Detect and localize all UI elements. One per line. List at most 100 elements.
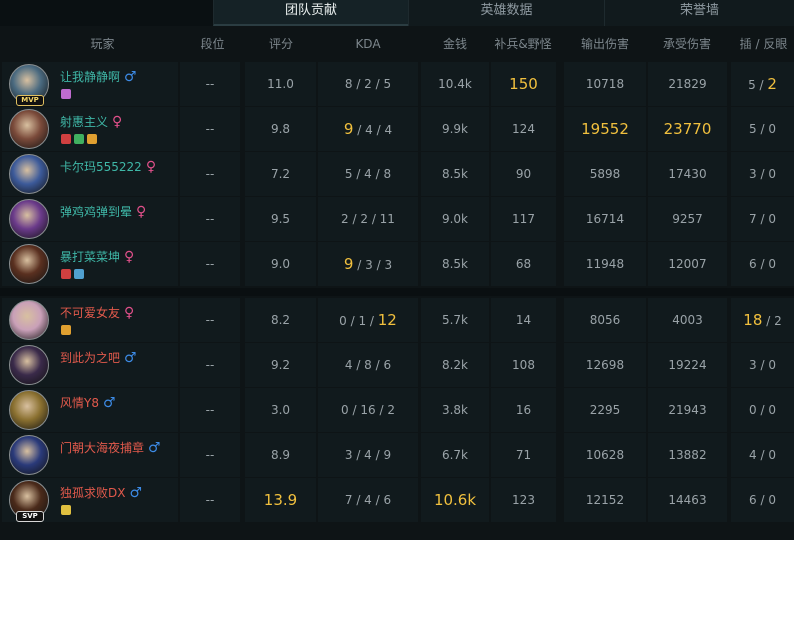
- kda-slash: /: [346, 314, 359, 328]
- score-value: 8.9: [270, 448, 291, 462]
- player-row[interactable]: SVP 独孤求败DX ♂ -- 13.9 7 / 4 / 6 10.6k 123 12152 14…: [0, 478, 794, 522]
- crown-icon: [87, 134, 97, 144]
- player-name-text: 卡尔玛555222: [60, 160, 142, 174]
- damage-dealt-value: 2295: [589, 403, 621, 417]
- player-row[interactable]: MVP 让我静静啊 ♂ -- 11.0 8 / 2 / 5 10.4k 150 10718 218…: [0, 62, 794, 106]
- player-name-text: 到此为之吧: [60, 351, 121, 365]
- damage-taken-value: 12007: [668, 257, 707, 271]
- champion-avatar[interactable]: [9, 199, 49, 239]
- kda-a: 5: [383, 77, 392, 91]
- kda-slash: /: [371, 358, 384, 372]
- col-score: 评分: [268, 37, 293, 51]
- wards-cleared: 2: [774, 314, 782, 328]
- kda-d: 16: [360, 403, 376, 417]
- player-name-text: 弹鸡鸡弹到晕: [60, 205, 133, 219]
- wards-cleared: 2: [767, 75, 777, 93]
- gender-icon: ♂: [102, 395, 116, 411]
- cs-value: 68: [515, 257, 532, 271]
- kda-k: 8: [344, 77, 353, 91]
- champion-avatar[interactable]: [9, 345, 49, 385]
- wards-cleared: 0: [768, 448, 776, 462]
- kda-d: 4: [365, 123, 373, 137]
- ward-slash: /: [756, 122, 769, 136]
- achievement-icons: [61, 269, 87, 281]
- champion-avatar[interactable]: [9, 154, 49, 194]
- kda-d: 3: [365, 258, 373, 272]
- svp-badge: SVP: [16, 511, 44, 522]
- gender-icon: ♂: [129, 485, 143, 501]
- kda-slash: /: [371, 77, 384, 91]
- player-name[interactable]: 卡尔玛555222 ♀: [60, 158, 156, 175]
- col-wards: 插 / 反眼: [739, 37, 788, 51]
- player-row[interactable]: 暴打菜菜坤 ♀ -- 9.0 9 / 3 / 3 8.5k 68 11948 12007 6 / …: [0, 242, 794, 286]
- champion-avatar[interactable]: [9, 109, 49, 149]
- shield-icon: [74, 134, 84, 144]
- player-row[interactable]: 到此为之吧 ♂ -- 9.2 4 / 8 / 6 8.2k 108 12698 19224 3 /…: [0, 343, 794, 387]
- player-row[interactable]: 不可爱女友 ♀ -- 8.2 0 / 1 / 12 5.7k 14 8056 4003 18 / …: [0, 298, 794, 342]
- kda-value: 0 / 16 / 2: [318, 388, 418, 432]
- player-name[interactable]: 不可爱女友 ♀: [60, 304, 134, 321]
- tab-team-contribution[interactable]: 团队贡献: [213, 0, 408, 26]
- col-player: 玩家: [90, 37, 115, 51]
- champion-avatar[interactable]: [9, 244, 49, 284]
- player-name[interactable]: 到此为之吧 ♂: [60, 349, 137, 366]
- kda-d: 4: [364, 167, 372, 181]
- kda-k: 7: [344, 493, 353, 507]
- player-row[interactable]: 射惠主义 ♀ -- 9.8 9 / 4 / 4 9.9k 124 19552 23770 5 / …: [0, 107, 794, 151]
- damage-dealt-value: 19552: [581, 120, 629, 138]
- cs-value: 117: [512, 212, 535, 226]
- champion-avatar[interactable]: [9, 435, 49, 475]
- damage-taken-value: 14463: [668, 493, 707, 507]
- player-row[interactable]: 风情Y8 ♂ -- 3.0 0 / 16 / 2 3.8k 16 2295 21943 0 / 0: [0, 388, 794, 432]
- coin-icon: [61, 505, 71, 515]
- player-name[interactable]: 风情Y8 ♂: [60, 394, 116, 411]
- rank-value: --: [205, 257, 215, 271]
- kda-slash: /: [352, 448, 365, 462]
- tab-honor-wall[interactable]: 荣誉墙: [604, 0, 794, 26]
- col-damage-dealt: 输出伤害: [580, 37, 629, 51]
- player-name[interactable]: 门朝大海夜捕章 ♂: [60, 439, 161, 456]
- tab-hero-data[interactable]: 英雄数据: [408, 0, 604, 26]
- player-name[interactable]: 独孤求败DX ♂: [60, 484, 142, 501]
- gender-icon: ♀: [136, 204, 147, 220]
- mvp-badge: MVP: [16, 95, 44, 106]
- gender-icon: ♂: [124, 350, 137, 366]
- wards-placed: 7: [749, 212, 757, 226]
- player-name-text: 暴打菜菜坤: [60, 250, 121, 264]
- player-row[interactable]: 门朝大海夜捕章 ♂ -- 8.9 3 / 4 / 9 6.7k 71 10628 13882 4 …: [0, 433, 794, 477]
- swords-icon: [61, 269, 71, 279]
- player-name[interactable]: 射惠主义 ♀: [60, 113, 122, 130]
- player-row[interactable]: 卡尔玛555222 ♀ -- 7.2 5 / 4 / 8 8.5k 90 5898 17430 3…: [0, 152, 794, 196]
- rank-value: --: [205, 313, 215, 327]
- ward-value: 3 / 0: [731, 343, 794, 387]
- kda-value: 8 / 2 / 5: [318, 62, 418, 106]
- player-name[interactable]: 让我静静啊 ♂: [60, 68, 137, 85]
- kda-a: 2: [387, 403, 395, 417]
- col-gold: 金钱: [442, 37, 467, 51]
- kda-slash: /: [353, 123, 366, 137]
- damage-dealt-value: 8056: [589, 313, 621, 327]
- champion-avatar[interactable]: [9, 300, 49, 340]
- champion-avatar[interactable]: [9, 390, 49, 430]
- kda-d: 2: [364, 77, 372, 91]
- kda-a: 6: [383, 493, 392, 507]
- kda-a: 11: [379, 212, 395, 226]
- score-value: 13.9: [263, 491, 298, 509]
- kda-slash: /: [372, 123, 385, 137]
- ward-value: 18 / 2: [731, 298, 794, 342]
- ward-slash: /: [755, 78, 768, 92]
- col-damage-taken: 承受伤害: [662, 37, 711, 51]
- damage-dealt-value: 11948: [585, 257, 625, 271]
- kda-k: 0: [341, 403, 349, 417]
- player-name[interactable]: 暴打菜菜坤 ♀: [60, 248, 134, 265]
- kda-a: 6: [383, 358, 392, 372]
- score-value: 8.2: [270, 313, 291, 327]
- player-row[interactable]: 弹鸡鸡弹到晕 ♀ -- 9.5 2 / 2 / 11 9.0k 117 16714 9257 7 …: [0, 197, 794, 241]
- achievement-icons: [61, 505, 74, 517]
- kda-slash: /: [352, 358, 365, 372]
- col-kda: KDA: [355, 37, 381, 51]
- player-name-text: 不可爱女友: [60, 306, 121, 320]
- damage-taken-value: 9257: [672, 212, 703, 226]
- player-name[interactable]: 弹鸡鸡弹到晕 ♀: [60, 203, 146, 220]
- wards-cleared: 0: [768, 122, 776, 136]
